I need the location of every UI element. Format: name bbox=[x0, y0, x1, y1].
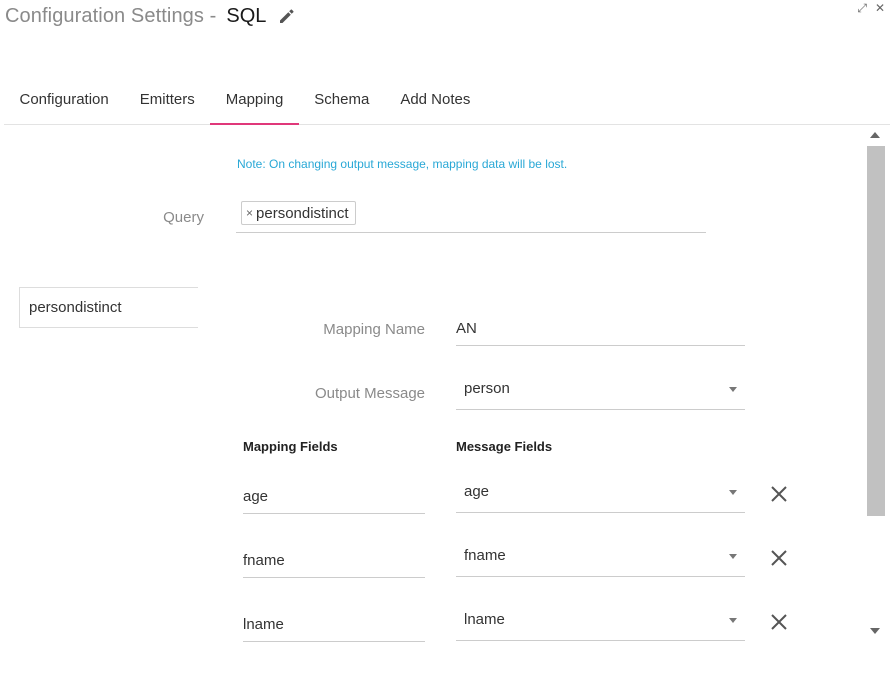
mapping-field-row[interactable] bbox=[243, 480, 425, 514]
close-icon bbox=[771, 486, 787, 502]
remove-row-button[interactable] bbox=[770, 613, 788, 631]
query-label: Query bbox=[163, 209, 204, 226]
message-field-value: lname bbox=[464, 611, 505, 628]
chip-remove-icon[interactable]: × bbox=[246, 206, 253, 220]
mapping-name-field[interactable] bbox=[456, 312, 745, 346]
mapping-field-row[interactable] bbox=[243, 608, 425, 642]
tab-configuration[interactable]: Configuration bbox=[4, 84, 124, 124]
message-field-value: fname bbox=[464, 547, 506, 564]
tab-emitters[interactable]: Emitters bbox=[124, 84, 210, 124]
mapping-name-input[interactable] bbox=[456, 312, 745, 345]
output-message-value: person bbox=[464, 380, 510, 397]
message-field-select[interactable]: age bbox=[456, 479, 745, 513]
dialog-title-name: SQL bbox=[226, 4, 267, 27]
mapping-fields-header: Mapping Fields bbox=[243, 439, 338, 454]
close-icon bbox=[771, 550, 787, 566]
mapping-field-input[interactable] bbox=[243, 608, 425, 641]
output-message-select[interactable]: person bbox=[456, 376, 745, 410]
content-scrollbar[interactable] bbox=[866, 126, 886, 640]
dialog-header: Configuration Settings - SQL bbox=[5, 2, 296, 30]
expand-icon[interactable]: ⤢ bbox=[857, 2, 867, 14]
tab-add-notes[interactable]: Add Notes bbox=[385, 84, 486, 124]
message-fields-header: Message Fields bbox=[456, 439, 553, 454]
mapping-field-input[interactable] bbox=[243, 480, 425, 513]
query-select[interactable]: × persondistinct bbox=[236, 198, 706, 233]
scroll-up-icon[interactable] bbox=[870, 132, 880, 138]
message-field-select[interactable]: lname bbox=[456, 607, 745, 641]
message-field-value: age bbox=[464, 483, 490, 500]
mapping-name-label: Mapping Name bbox=[323, 321, 425, 338]
pencil-icon[interactable] bbox=[278, 7, 296, 25]
scroll-down-icon[interactable] bbox=[870, 628, 880, 634]
chip-label: persondistinct bbox=[256, 204, 349, 222]
close-icon bbox=[771, 614, 787, 630]
query-chip: × persondistinct bbox=[241, 201, 356, 225]
side-list-item[interactable]: persondistinct bbox=[19, 287, 198, 328]
caret-down-icon bbox=[729, 554, 737, 559]
tab-bar: Configuration Emitters Mapping Schema Ad… bbox=[4, 84, 890, 125]
output-message-label: Output Message bbox=[314, 385, 425, 402]
mapping-field-input[interactable] bbox=[243, 544, 425, 577]
caret-down-icon bbox=[729, 490, 737, 495]
caret-down-icon bbox=[729, 387, 737, 392]
mapping-field-row[interactable] bbox=[243, 544, 425, 578]
scrollbar-thumb[interactable] bbox=[867, 146, 885, 516]
close-icon[interactable]: ✕ bbox=[875, 2, 885, 14]
mapping-warning-note: Note: On changing output message, mappin… bbox=[237, 157, 568, 171]
remove-row-button[interactable] bbox=[770, 485, 788, 503]
dialog-title-prefix: Configuration Settings - bbox=[5, 4, 217, 27]
caret-down-icon bbox=[729, 618, 737, 623]
remove-row-button[interactable] bbox=[770, 549, 788, 567]
message-field-select[interactable]: fname bbox=[456, 543, 745, 577]
tab-schema[interactable]: Schema bbox=[299, 84, 385, 124]
tab-mapping[interactable]: Mapping bbox=[210, 84, 299, 125]
window-controls: ⤢ ✕ bbox=[857, 2, 885, 14]
